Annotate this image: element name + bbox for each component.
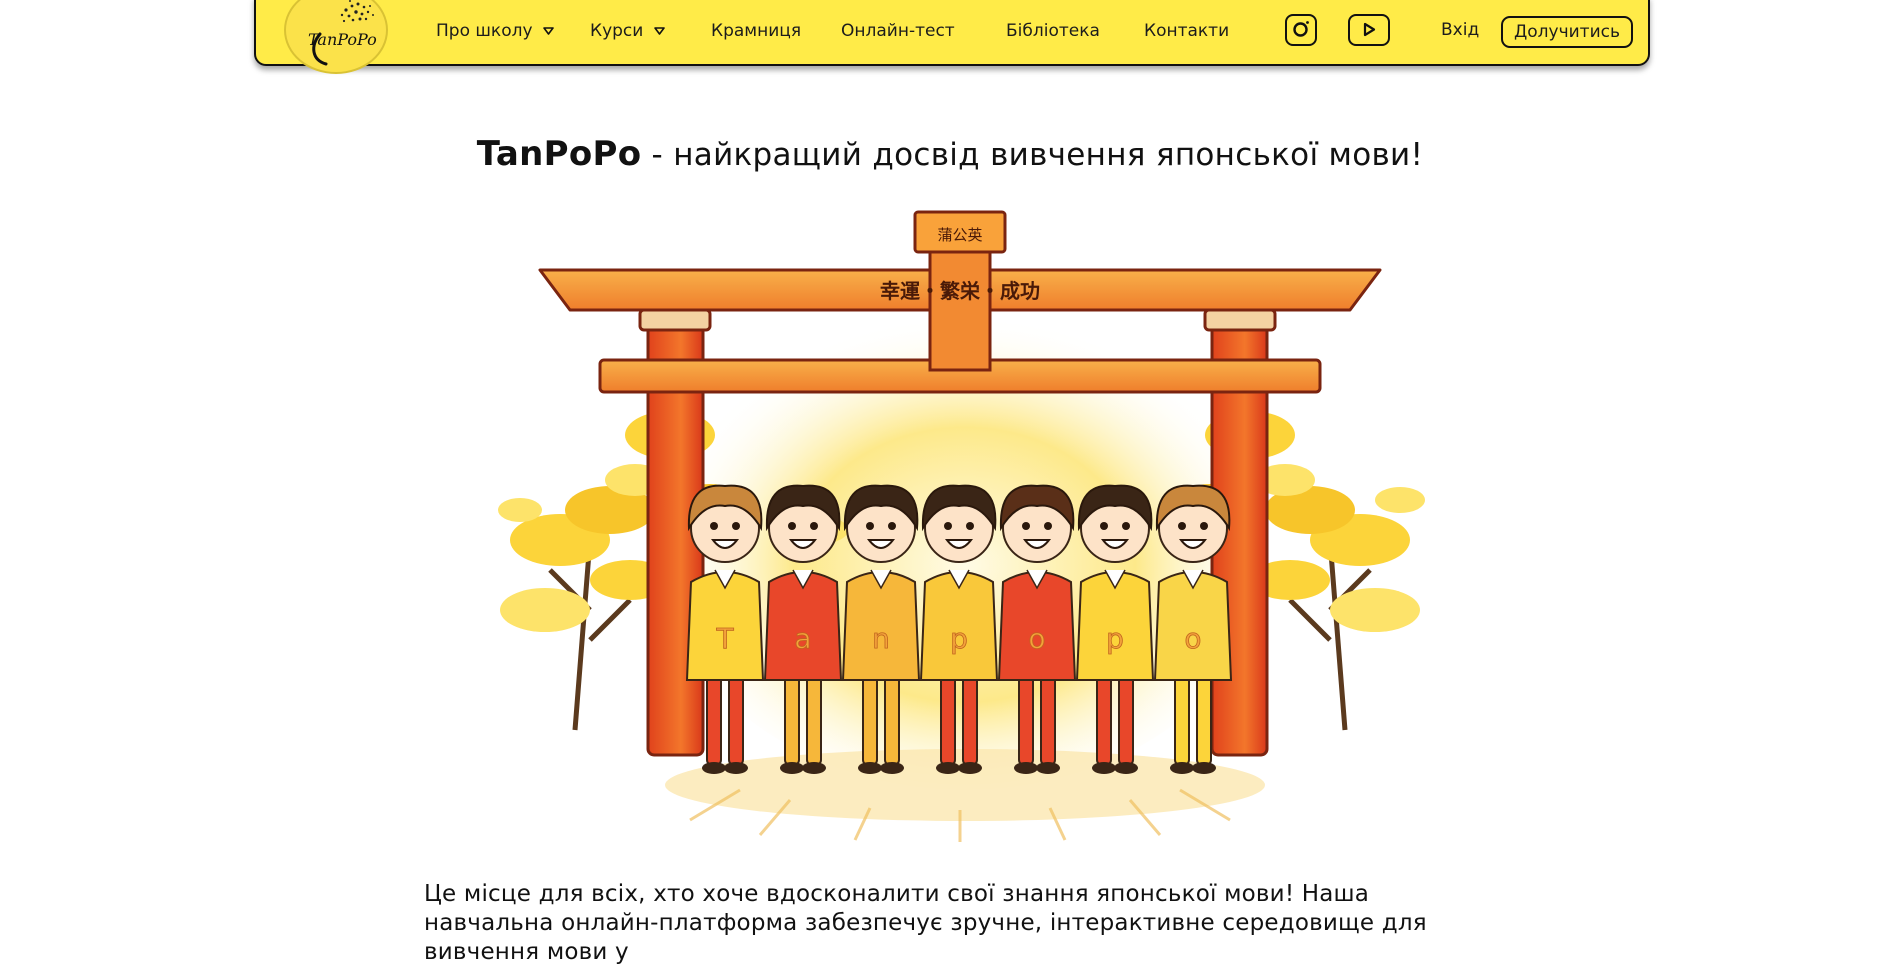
logo-wordmark: TanPoPo <box>308 30 377 49</box>
site-logo[interactable]: TanPoPo <box>284 0 388 74</box>
youtube-link[interactable] <box>1348 14 1390 46</box>
shirt-letter: o <box>1184 622 1201 655</box>
shirt-letter: o <box>1028 622 1045 655</box>
chevron-down-icon <box>543 27 554 35</box>
chevron-down-icon <box>653 27 665 35</box>
shirt-letter: T <box>715 622 734 655</box>
login-link[interactable]: Вхід <box>1441 20 1479 40</box>
shirt-letter: n <box>872 622 890 655</box>
nav-item-shop[interactable]: Крамниця <box>711 20 801 42</box>
headline-text: - найкращий досвід вивчення японської мо… <box>641 137 1424 173</box>
gate-beam-text: 幸運・繁栄・成功 <box>880 279 1040 303</box>
nav-item-online-test[interactable]: Онлайн-тест <box>841 20 955 42</box>
nav-item-contacts[interactable]: Контакти <box>1144 20 1229 42</box>
nav-item-about[interactable]: Про школу <box>436 20 554 42</box>
torii-gate-illustration: 蒲公英 幸運・繁栄・成功 Ta n p o p o <box>498 210 1425 842</box>
nav-item-label: Онлайн-тест <box>841 21 955 41</box>
nav-item-label: Про школу <box>436 21 533 41</box>
nav-item-label: Контакти <box>1144 21 1230 41</box>
gate-top-sign: 蒲公英 <box>937 226 982 244</box>
shirt-letter: a <box>794 622 811 655</box>
shirt-letter: p <box>1106 622 1124 655</box>
instagram-link[interactable] <box>1285 14 1317 46</box>
youtube-icon <box>1363 22 1376 37</box>
instagram-icon <box>1293 21 1309 37</box>
intro-paragraph: Це місце для всіх, хто хоче вдосконалити… <box>424 881 1427 965</box>
nav-item-label: Бібліотека <box>1006 21 1100 41</box>
nav-item-label: Курси <box>590 21 644 41</box>
page-title: TanPoPo - найкращий досвід вивчення япон… <box>0 134 1900 174</box>
nav-item-courses[interactable]: Курси <box>590 20 665 42</box>
shirt-letter: p <box>950 622 968 655</box>
nav-item-label: Крамниця <box>711 21 802 41</box>
join-button[interactable]: Долучитись <box>1501 16 1633 48</box>
nav-item-library[interactable]: Бібліотека <box>1006 20 1100 42</box>
brand-name: TanPoPo <box>476 134 642 174</box>
